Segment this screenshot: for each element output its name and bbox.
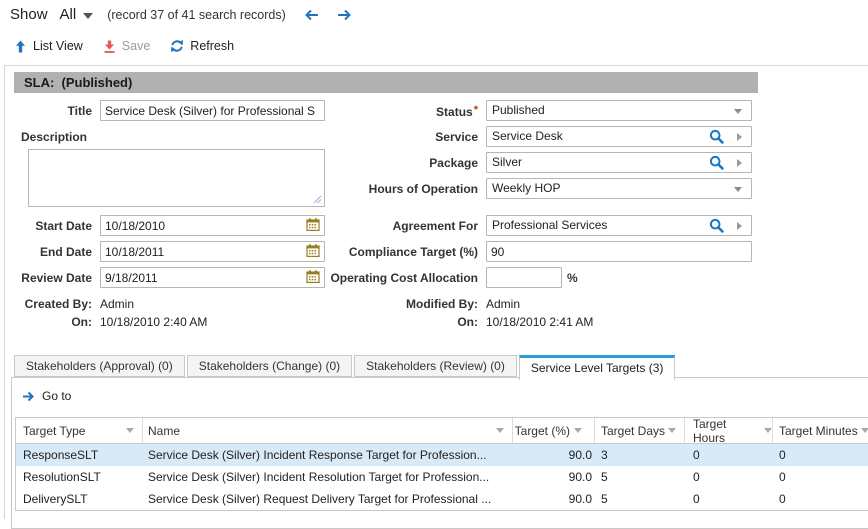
refresh-label: Refresh xyxy=(190,39,234,53)
created-on-value: 10/18/2010 2:40 AM xyxy=(100,315,207,329)
created-on-label: On: xyxy=(0,315,92,329)
table-row[interactable]: ResolutionSLT Service Desk (Silver) Inci… xyxy=(16,466,868,488)
service-label: Service xyxy=(290,130,478,144)
created-by-label: Created By: xyxy=(0,297,92,311)
go-to-arrow-icon xyxy=(22,391,35,402)
next-record-button[interactable] xyxy=(337,9,352,21)
show-filter-dropdown[interactable]: All xyxy=(60,6,94,23)
slt-table-header: Target Type Name Target (%) Target Days … xyxy=(16,418,868,444)
lookup-expand-icon[interactable] xyxy=(737,159,742,167)
filter-icon[interactable] xyxy=(496,428,504,433)
sla-record-page: { "colors": { "accent_blue": "#2273c4", … xyxy=(0,0,868,518)
save-label: Save xyxy=(122,39,151,53)
compliance-target-label: Compliance Target (%) xyxy=(290,245,478,259)
search-icon[interactable] xyxy=(709,155,724,170)
review-date-label: Review Date xyxy=(0,271,92,285)
hours-of-operation-label: Hours of Operation xyxy=(290,182,478,196)
filter-icon[interactable] xyxy=(668,428,676,433)
compliance-target-input[interactable] xyxy=(486,241,752,262)
tab-stakeholders-change[interactable]: Stakeholders (Change) (0) xyxy=(187,355,352,377)
description-textarea[interactable] xyxy=(28,149,325,207)
column-header-name[interactable]: Name xyxy=(143,418,513,443)
filter-icon[interactable] xyxy=(574,428,582,433)
status-select[interactable]: Published xyxy=(486,100,752,121)
record-count-text: (record 37 of 41 search records) xyxy=(107,8,286,22)
column-header-target-minutes[interactable]: Target Minutes xyxy=(773,418,868,443)
chevron-down-icon xyxy=(734,109,742,114)
list-view-button[interactable]: List View xyxy=(14,39,83,53)
status-label: Status* xyxy=(290,104,478,119)
hours-of-operation-select[interactable]: Weekly HOP xyxy=(486,178,752,199)
lookup-expand-icon[interactable] xyxy=(737,222,742,230)
package-label: Package xyxy=(290,156,478,170)
tab-service-level-targets[interactable]: Service Level Targets (3) xyxy=(519,355,676,380)
form-section-header: SLA: (Published) xyxy=(14,72,758,93)
chevron-down-icon xyxy=(734,187,742,192)
show-filter-value: All xyxy=(60,6,77,23)
tab-stakeholders-approval[interactable]: Stakeholders (Approval) (0) xyxy=(14,355,185,377)
created-by-value: Admin xyxy=(100,297,134,311)
end-date-label: End Date xyxy=(0,245,92,259)
modified-by-value: Admin xyxy=(486,297,520,311)
arrow-left-icon xyxy=(304,9,319,21)
column-header-target-pct[interactable]: Target (%) xyxy=(513,418,595,443)
percent-suffix: % xyxy=(567,271,578,285)
show-label: Show xyxy=(10,6,48,23)
agreement-for-lookup[interactable]: Professional Services xyxy=(486,215,752,236)
go-to-link[interactable]: Go to xyxy=(22,389,71,403)
save-button[interactable]: Save xyxy=(103,39,151,53)
refresh-button[interactable]: Refresh xyxy=(170,39,234,53)
operating-cost-allocation-label: Operating Cost Allocation xyxy=(290,271,478,285)
save-icon xyxy=(103,40,116,53)
filter-icon[interactable] xyxy=(764,428,772,433)
table-row[interactable]: DeliverySLT Service Desk (Silver) Reques… xyxy=(16,488,868,510)
filter-icon[interactable] xyxy=(126,428,134,433)
modified-on-label: On: xyxy=(290,315,478,329)
service-value: Service Desk xyxy=(492,129,563,143)
arrow-right-icon xyxy=(337,9,352,21)
arrow-up-icon xyxy=(14,40,27,53)
filter-icon[interactable] xyxy=(861,428,868,433)
search-icon[interactable] xyxy=(709,218,724,233)
action-toolbar: List View Save Refresh xyxy=(14,39,234,53)
go-to-label: Go to xyxy=(42,389,71,403)
chevron-down-icon xyxy=(83,13,93,19)
operating-cost-allocation-input[interactable] xyxy=(486,267,562,288)
record-navigation-bar: Show All (record 37 of 41 search records… xyxy=(10,6,352,23)
column-header-target-type[interactable]: Target Type xyxy=(16,418,143,443)
agreement-for-value: Professional Services xyxy=(492,218,607,232)
column-header-target-days[interactable]: Target Days xyxy=(595,418,685,443)
tab-stakeholders-review[interactable]: Stakeholders (Review) (0) xyxy=(354,355,517,377)
status-value: Published xyxy=(492,103,545,117)
required-marker: * xyxy=(474,104,478,116)
previous-record-button[interactable] xyxy=(304,9,319,21)
lookup-expand-icon[interactable] xyxy=(737,133,742,141)
package-value: Silver xyxy=(492,155,522,169)
table-row[interactable]: ResponseSLT Service Desk (Silver) Incide… xyxy=(16,444,868,466)
description-label: Description xyxy=(21,130,87,144)
hours-of-operation-value: Weekly HOP xyxy=(492,181,560,195)
slt-table: Target Type Name Target (%) Target Days … xyxy=(15,417,868,511)
resize-handle-icon[interactable] xyxy=(313,195,322,204)
modified-on-value: 10/18/2010 2:41 AM xyxy=(486,315,593,329)
list-view-label: List View xyxy=(33,39,83,53)
refresh-icon xyxy=(170,39,184,53)
agreement-for-label: Agreement For xyxy=(290,219,478,233)
title-label: Title xyxy=(14,104,92,118)
start-date-label: Start Date xyxy=(0,219,92,233)
package-lookup[interactable]: Silver xyxy=(486,152,752,173)
service-lookup[interactable]: Service Desk xyxy=(486,126,752,147)
modified-by-label: Modified By: xyxy=(290,297,478,311)
column-header-target-hours[interactable]: Target Hours xyxy=(685,418,773,443)
search-icon[interactable] xyxy=(709,129,724,144)
